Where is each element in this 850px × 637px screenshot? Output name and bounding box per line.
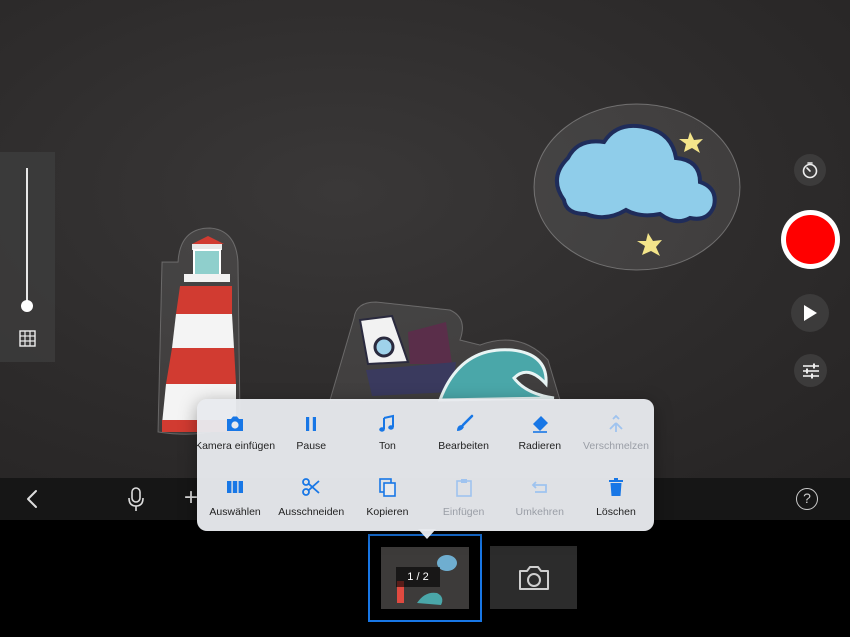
microphone-icon[interactable] bbox=[126, 486, 146, 512]
scissors-icon bbox=[302, 478, 320, 496]
eraser-icon bbox=[532, 416, 548, 433]
reverse-icon bbox=[531, 481, 547, 493]
timer-icon bbox=[802, 162, 818, 179]
frame-thumbnail-image: 1 / 2 bbox=[381, 547, 469, 609]
menu-item-pause[interactable]: Pause bbox=[273, 399, 349, 465]
menu-item-label: Radieren bbox=[518, 440, 562, 452]
menu-item-label: Einfügen bbox=[442, 506, 485, 518]
menu-item-umkehren[interactable]: Umkehren bbox=[502, 465, 578, 531]
chevron-left-icon[interactable] bbox=[22, 488, 44, 510]
menu-item-radieren[interactable]: Radieren bbox=[502, 399, 578, 465]
help-icon[interactable]: ? bbox=[796, 488, 818, 510]
menu-item-bearbeiten[interactable]: Bearbeiten bbox=[426, 399, 502, 465]
menu-item-label: Umkehren bbox=[515, 506, 564, 518]
record-button[interactable] bbox=[781, 210, 840, 269]
menu-item-einfuegen[interactable]: Einfügen bbox=[426, 465, 502, 531]
capture-frame-button[interactable] bbox=[490, 546, 577, 609]
menu-item-verschmelzen[interactable]: Verschmelzen bbox=[578, 399, 654, 465]
timer-button[interactable] bbox=[794, 154, 826, 186]
play-button[interactable] bbox=[791, 294, 829, 332]
frame-context-menu: Kamera einfügen Pause Ton Bearbeiten Rad… bbox=[195, 399, 654, 531]
zoom-slider-panel bbox=[0, 152, 55, 362]
play-icon bbox=[804, 305, 817, 321]
trash-icon bbox=[608, 478, 623, 496]
music-note-icon bbox=[379, 414, 395, 432]
cloud-cutout bbox=[533, 103, 741, 271]
menu-item-loeschen[interactable]: Löschen bbox=[578, 465, 654, 531]
menu-item-ton[interactable]: Ton bbox=[349, 399, 425, 465]
settings-button[interactable] bbox=[794, 354, 827, 387]
menu-item-ausschneiden[interactable]: Ausschneiden bbox=[273, 465, 349, 531]
context-menu-pointer bbox=[418, 529, 436, 539]
pause-icon bbox=[306, 417, 317, 431]
menu-item-label: Auswählen bbox=[209, 506, 261, 518]
menu-item-label: Ausschneiden bbox=[278, 506, 345, 518]
merge-icon bbox=[609, 414, 623, 432]
grid-icon[interactable] bbox=[19, 330, 36, 347]
menu-row-bottom: Auswählen Ausschneiden Kopieren Einfügen… bbox=[197, 465, 654, 531]
menu-item-kopieren[interactable]: Kopieren bbox=[349, 465, 425, 531]
menu-item-label: Bearbeiten bbox=[438, 440, 489, 452]
record-icon bbox=[786, 215, 835, 264]
boat-cutout bbox=[329, 301, 561, 402]
menu-item-label: Kopieren bbox=[366, 506, 409, 518]
menu-item-auswaehlen[interactable]: Auswählen bbox=[197, 465, 273, 531]
menu-item-label: Ton bbox=[378, 440, 396, 452]
brush-icon bbox=[456, 414, 473, 431]
select-frames-icon bbox=[227, 481, 244, 493]
menu-row-top: Kamera einfügen Pause Ton Bearbeiten Rad… bbox=[195, 399, 654, 465]
menu-item-label: Pause bbox=[296, 440, 327, 452]
menu-item-label: Kamera einfügen bbox=[195, 440, 276, 452]
menu-item-label: Löschen bbox=[596, 506, 636, 518]
menu-item-kamera-einfuegen[interactable]: Kamera einfügen bbox=[195, 399, 275, 465]
menu-item-label: Verschmelzen bbox=[582, 440, 649, 452]
frame-thumbnail-selected[interactable]: 1 / 2 bbox=[368, 534, 482, 622]
zoom-slider-handle[interactable] bbox=[21, 300, 33, 312]
clipboard-icon bbox=[455, 479, 472, 497]
sliders-icon bbox=[802, 363, 819, 378]
camera-icon bbox=[227, 416, 244, 431]
frame-counter: 1 / 2 bbox=[396, 567, 440, 587]
copy-icon bbox=[379, 478, 397, 497]
camera-icon bbox=[518, 565, 549, 590]
zoom-slider-track[interactable] bbox=[26, 168, 28, 306]
